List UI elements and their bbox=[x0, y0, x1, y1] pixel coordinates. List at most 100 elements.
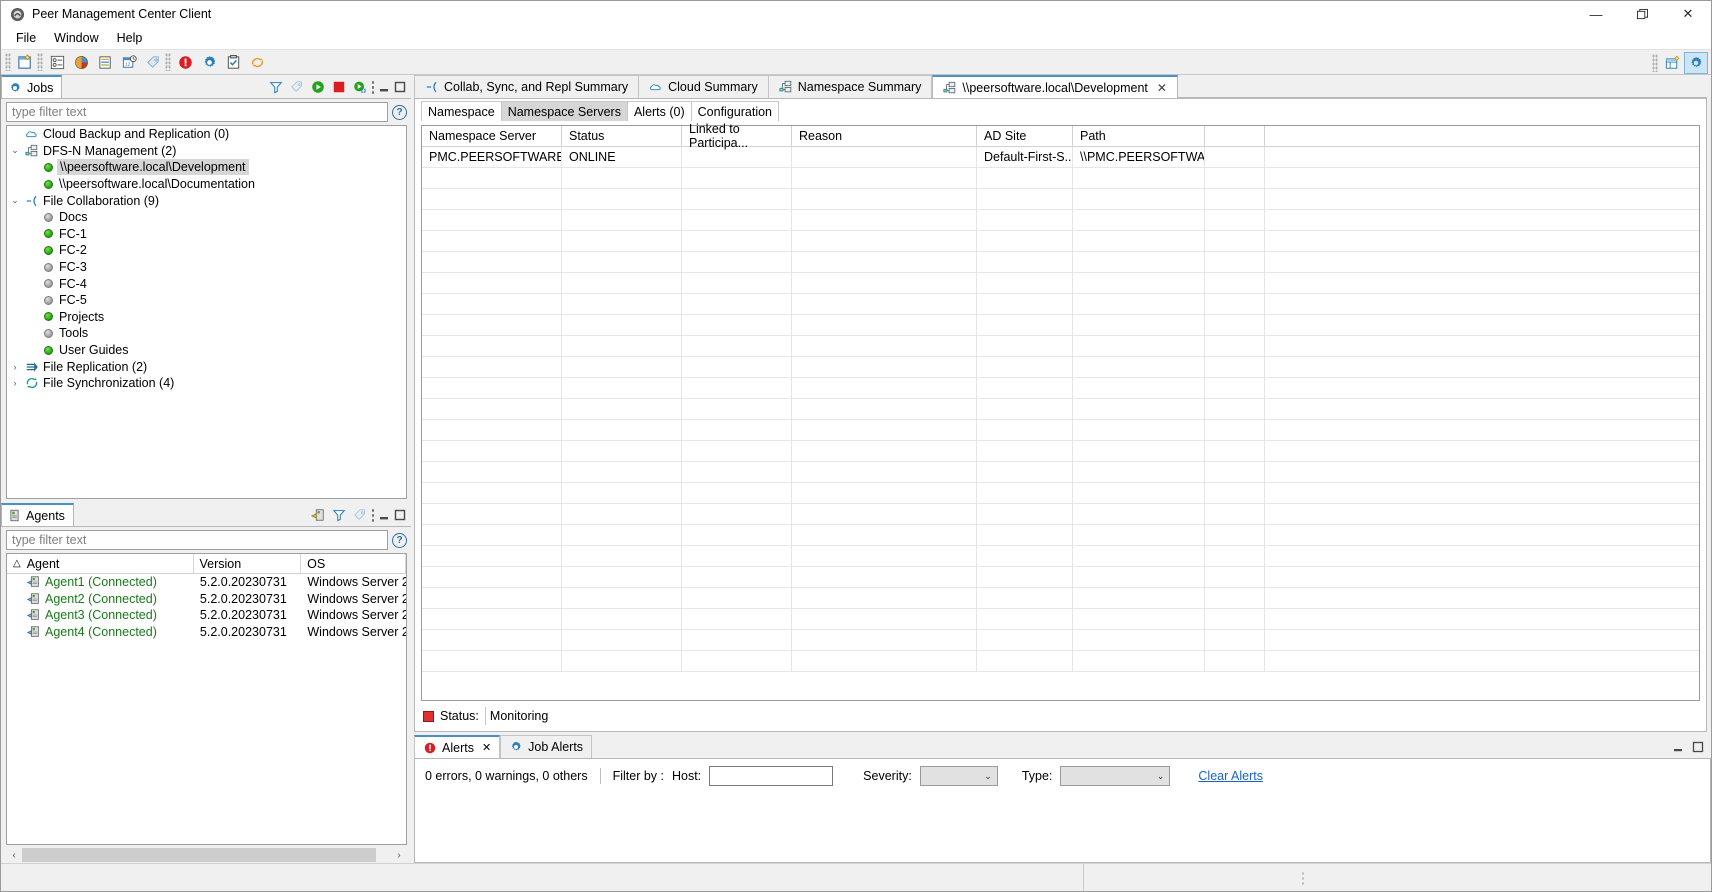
toolbar-grip[interactable] bbox=[5, 53, 11, 71]
agents-column-header[interactable]: OS bbox=[301, 554, 406, 573]
namespace-table-row[interactable] bbox=[422, 273, 1699, 294]
severity-select[interactable]: ⌄ bbox=[920, 766, 998, 786]
jobs-tree-item[interactable]: FC-4 bbox=[7, 275, 406, 292]
maximize-icon[interactable] bbox=[393, 508, 407, 522]
minimize-icon[interactable] bbox=[377, 508, 391, 522]
namespace-table-row[interactable] bbox=[422, 504, 1699, 525]
editor-tab[interactable]: Cloud Summary bbox=[639, 75, 769, 98]
jobs-tree-item[interactable]: FC-2 bbox=[7, 242, 406, 259]
editor-tab[interactable]: \\peersoftware.local\Development✕ bbox=[932, 75, 1178, 98]
scroll-left-icon[interactable]: ‹ bbox=[6, 848, 22, 862]
view-menu-icon[interactable] bbox=[371, 508, 375, 522]
namespace-table-row[interactable] bbox=[422, 168, 1699, 189]
agents-horizontal-scrollbar[interactable]: ‹ › bbox=[6, 847, 407, 863]
minimize-icon[interactable] bbox=[1671, 740, 1685, 754]
chevron-right-icon[interactable]: › bbox=[7, 362, 23, 372]
agents-filter-input[interactable]: type filter text bbox=[6, 530, 388, 550]
agents-table-row[interactable]: Agent4 (Connected)5.2.0.20230731Windows … bbox=[7, 624, 406, 641]
new-job-icon[interactable] bbox=[14, 51, 36, 73]
perspective-grip[interactable] bbox=[1652, 54, 1658, 72]
start-icon[interactable] bbox=[308, 77, 327, 96]
namespace-column-header[interactable]: Path bbox=[1073, 126, 1205, 146]
preferences-icon[interactable] bbox=[198, 51, 220, 73]
namespace-table-row[interactable] bbox=[422, 231, 1699, 252]
jobs-tree-item[interactable]: Docs bbox=[7, 209, 406, 226]
scroll-right-icon[interactable]: › bbox=[391, 848, 407, 862]
pie-chart-icon[interactable] bbox=[70, 51, 92, 73]
menu-help[interactable]: Help bbox=[108, 29, 152, 47]
jobs-tree-item[interactable]: Projects bbox=[7, 309, 406, 326]
new-perspective-icon[interactable] bbox=[1661, 52, 1683, 74]
namespace-table-row[interactable] bbox=[422, 588, 1699, 609]
jobs-tree-item[interactable]: \\peersoftware.local\Development bbox=[7, 159, 406, 176]
validate-icon[interactable] bbox=[222, 51, 244, 73]
host-input[interactable] bbox=[709, 766, 833, 786]
jobs-tree-item[interactable]: \\peersoftware.local\Documentation bbox=[7, 176, 406, 193]
namespace-table-row[interactable] bbox=[422, 483, 1699, 504]
editor-sub-tab[interactable]: Alerts (0) bbox=[627, 101, 692, 121]
minimize-icon[interactable] bbox=[377, 80, 391, 94]
refresh-icon[interactable] bbox=[246, 51, 268, 73]
jobs-tree-item[interactable]: ›File Replication (2) bbox=[7, 358, 406, 375]
tag-icon[interactable] bbox=[287, 77, 306, 96]
close-icon[interactable]: ✕ bbox=[482, 741, 491, 754]
namespace-column-header[interactable] bbox=[1205, 126, 1265, 146]
alerts-icon[interactable] bbox=[174, 51, 196, 73]
menu-file[interactable]: File bbox=[7, 29, 45, 47]
namespace-table-row[interactable] bbox=[422, 567, 1699, 588]
namespace-column-header[interactable]: Status bbox=[562, 126, 682, 146]
namespace-column-header[interactable]: Reason bbox=[792, 126, 977, 146]
minimize-button[interactable]: — bbox=[1573, 1, 1619, 27]
jobs-tree-item[interactable]: User Guides bbox=[7, 342, 406, 359]
namespace-table-row[interactable] bbox=[422, 399, 1699, 420]
scheduled-report-icon[interactable]: 12 bbox=[118, 51, 140, 73]
namespace-table-row[interactable] bbox=[422, 357, 1699, 378]
namespace-table-row[interactable]: PMC.PEERSOFTWARE.L...ONLINEDefault-First… bbox=[422, 147, 1699, 168]
list-view-icon[interactable] bbox=[46, 51, 68, 73]
chevron-right-icon[interactable]: › bbox=[7, 378, 23, 388]
editor-sub-tab[interactable]: Namespace Servers bbox=[501, 101, 628, 121]
jobs-tree-item[interactable]: FC-5 bbox=[7, 292, 406, 309]
namespace-column-header[interactable]: Linked to Participa... bbox=[682, 126, 792, 146]
namespace-table-row[interactable] bbox=[422, 441, 1699, 462]
maximize-button[interactable] bbox=[1619, 1, 1665, 27]
restart-icon[interactable] bbox=[350, 77, 369, 96]
scrollbar-track[interactable] bbox=[22, 848, 391, 862]
jobs-tree-item[interactable]: ⌄File Collaboration (9) bbox=[7, 192, 406, 209]
toolbar-grip-2[interactable] bbox=[37, 53, 43, 71]
help-icon[interactable]: ? bbox=[392, 533, 407, 548]
maximize-icon[interactable] bbox=[393, 80, 407, 94]
tag-icon[interactable] bbox=[350, 505, 369, 524]
namespace-table-row[interactable] bbox=[422, 252, 1699, 273]
connect-agent-icon[interactable] bbox=[308, 505, 327, 524]
tab-agents[interactable]: Agents bbox=[1, 503, 74, 526]
namespace-table-row[interactable] bbox=[422, 609, 1699, 630]
toolbar-grip-3[interactable] bbox=[165, 53, 171, 71]
filter-icon[interactable] bbox=[329, 505, 348, 524]
stop-icon[interactable] bbox=[329, 77, 348, 96]
jobs-tree-item[interactable]: ⌄DFS-N Management (2) bbox=[7, 143, 406, 160]
close-icon[interactable]: ✕ bbox=[1157, 81, 1167, 95]
clear-alerts-link[interactable]: Clear Alerts bbox=[1198, 769, 1263, 783]
jobs-tree[interactable]: Cloud Backup and Replication (0)⌄DFS-N M… bbox=[6, 125, 407, 499]
alerts-tab[interactable]: Job Alerts bbox=[500, 735, 592, 758]
editor-tab[interactable]: Collab, Sync, and Repl Summary bbox=[414, 75, 639, 98]
tag-icon[interactable] bbox=[142, 51, 164, 73]
close-button[interactable]: ✕ bbox=[1665, 1, 1711, 27]
namespace-table-row[interactable] bbox=[422, 462, 1699, 483]
namespace-table-row[interactable] bbox=[422, 420, 1699, 441]
namespace-table-row[interactable] bbox=[422, 525, 1699, 546]
menu-window[interactable]: Window bbox=[45, 29, 107, 47]
agents-column-header[interactable]: Version bbox=[194, 554, 302, 573]
editor-sub-tab[interactable]: Namespace bbox=[421, 101, 502, 121]
filter-icon[interactable] bbox=[266, 77, 285, 96]
jobs-tree-item[interactable]: FC-3 bbox=[7, 259, 406, 276]
namespace-table-row[interactable] bbox=[422, 651, 1699, 672]
jobs-tree-item[interactable]: ›File Synchronization (4) bbox=[7, 375, 406, 392]
namespace-column-header[interactable]: AD Site bbox=[977, 126, 1073, 146]
agents-column-header[interactable]: △Agent bbox=[7, 554, 194, 573]
chevron-down-icon[interactable]: ⌄ bbox=[7, 145, 23, 156]
agents-table-row[interactable]: Agent2 (Connected)5.2.0.20230731Windows … bbox=[7, 591, 406, 608]
jobs-filter-input[interactable]: type filter text bbox=[6, 102, 388, 122]
chevron-down-icon[interactable]: ⌄ bbox=[7, 195, 23, 206]
